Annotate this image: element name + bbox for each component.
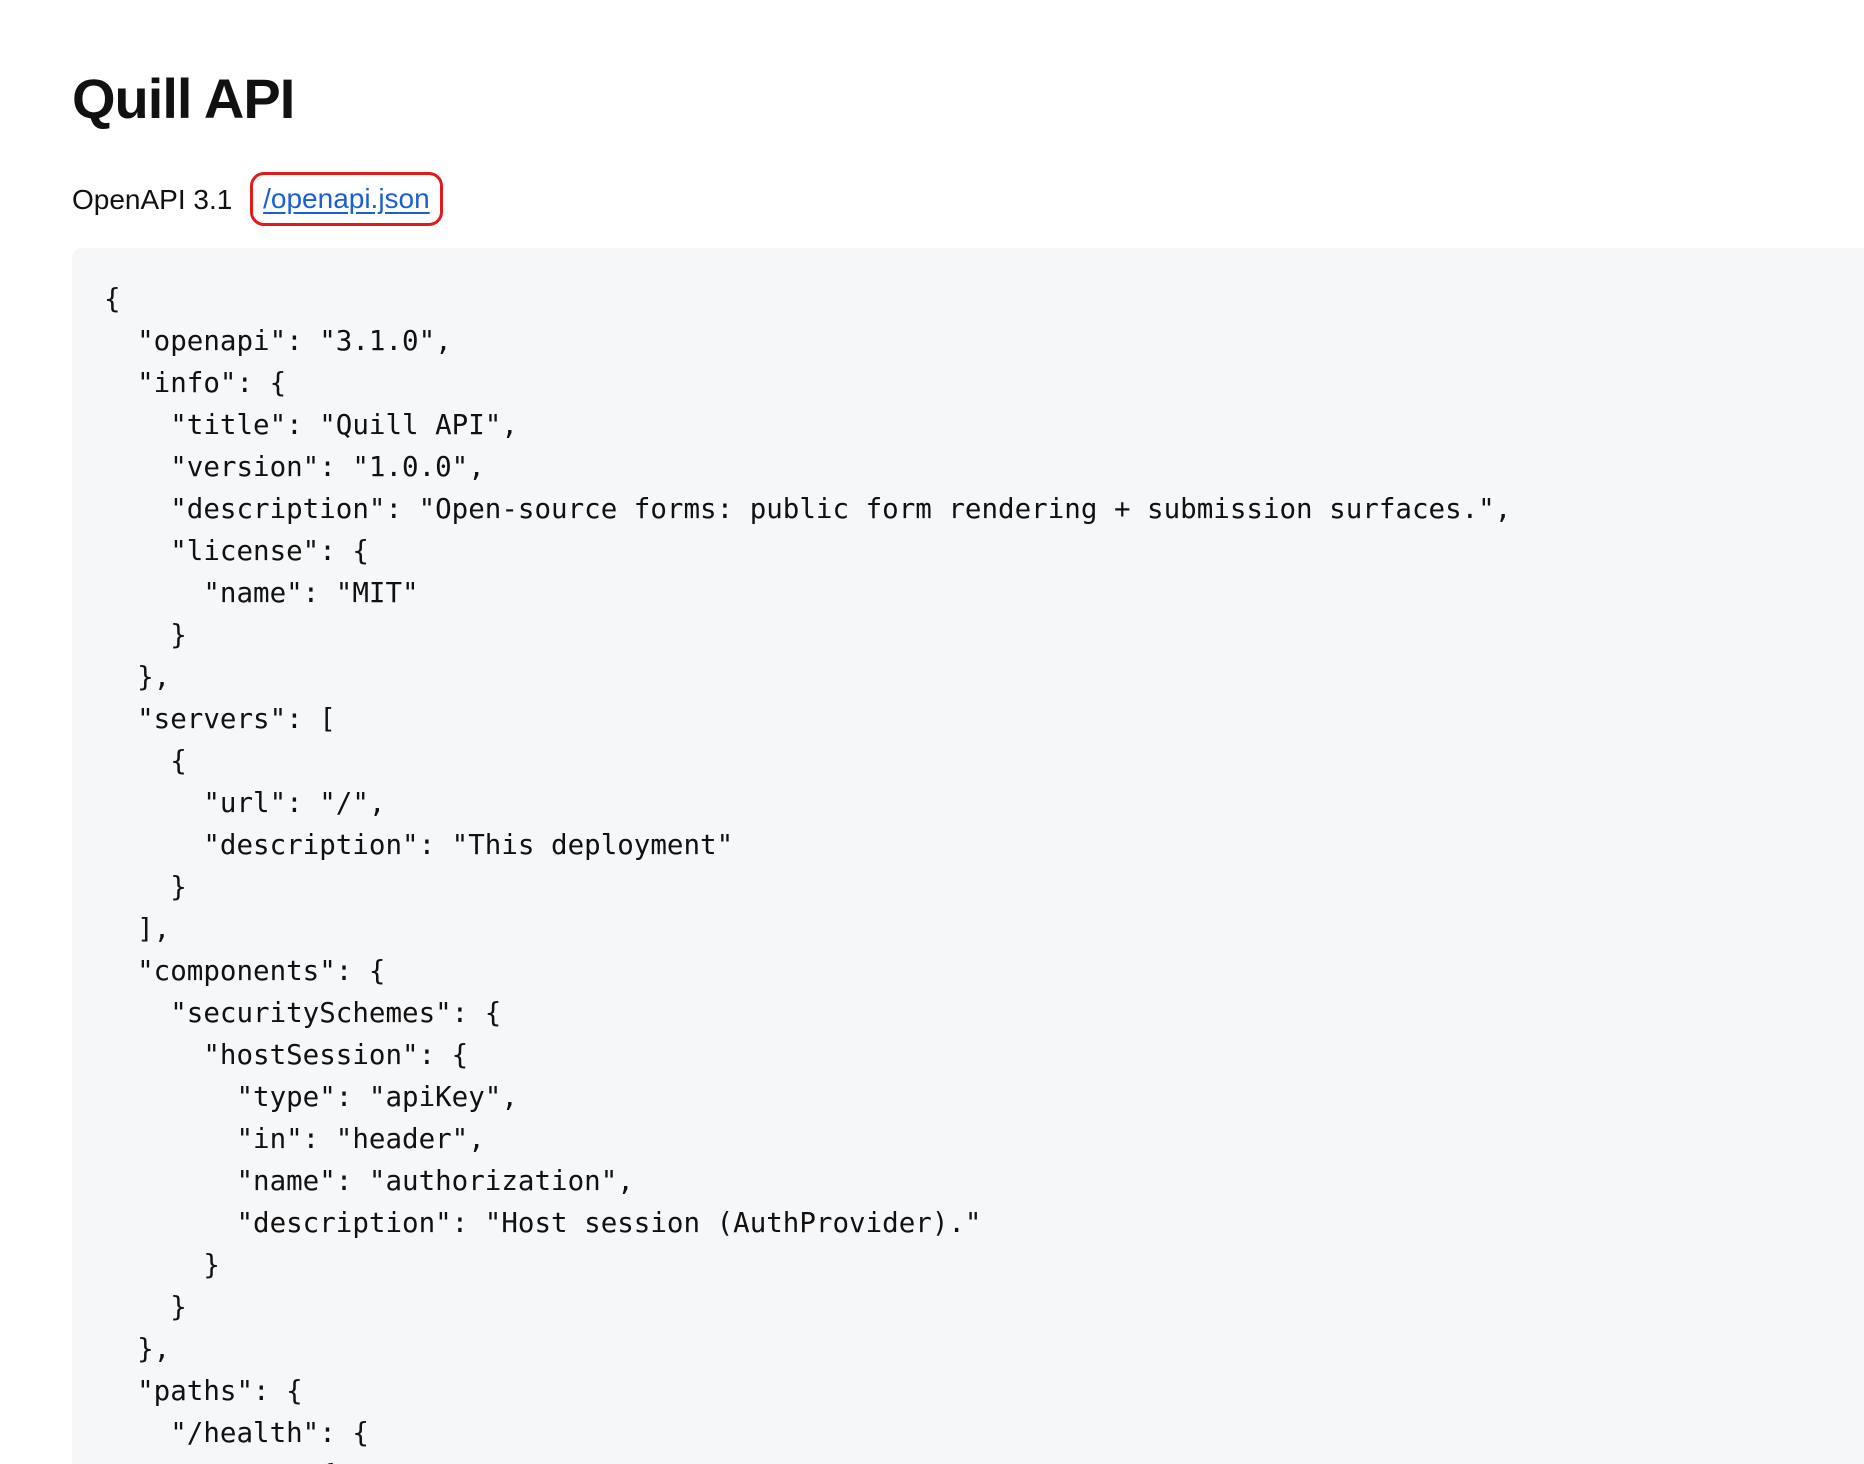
- code-line: "url": "/",: [104, 787, 386, 819]
- code-line: }: [104, 871, 187, 903]
- code-line: "description": "Host session (AuthProvid…: [104, 1207, 982, 1239]
- code-line: ],: [104, 913, 171, 945]
- code-line: {: [104, 283, 121, 315]
- code-line: "securitySchemes": {: [104, 997, 502, 1029]
- code-line: "description": "This deployment": [104, 829, 734, 861]
- code-line: "get": {: [104, 1459, 335, 1464]
- code-line: },: [104, 1333, 171, 1365]
- code-line: "info": {: [104, 367, 287, 399]
- openapi-json-code-block[interactable]: { "openapi": "3.1.0", "info": { "title":…: [72, 248, 1864, 1464]
- code-line: }: [104, 1249, 220, 1281]
- code-line: },: [104, 661, 171, 693]
- code-line: "/health": {: [104, 1417, 369, 1449]
- api-docs-page: Quill API OpenAPI 3.1 /openapi.json { "o…: [0, 0, 1864, 1464]
- code-line: {: [104, 745, 187, 777]
- code-line: "name": "MIT": [104, 577, 419, 609]
- code-line: "openapi": "3.1.0",: [104, 325, 452, 357]
- code-line: "paths": {: [104, 1375, 303, 1407]
- openapi-version-label: OpenAPI 3.1: [72, 184, 233, 216]
- code-line: }: [104, 1291, 187, 1323]
- code-line: "version": "1.0.0",: [104, 451, 485, 483]
- code-line: "hostSession": {: [104, 1039, 469, 1071]
- page-title: Quill API: [72, 67, 295, 130]
- json-code: { "openapi": "3.1.0", "info": { "title":…: [104, 278, 1864, 1464]
- openapi-json-link[interactable]: /openapi.json: [250, 172, 443, 226]
- code-line: }: [104, 619, 187, 651]
- code-line: "components": {: [104, 955, 386, 987]
- code-line: "description": "Open-source forms: publi…: [104, 493, 1512, 525]
- code-line: "servers": [: [104, 703, 336, 735]
- code-line: "title": "Quill API",: [104, 409, 518, 441]
- code-line: "in": "header",: [104, 1123, 485, 1155]
- code-line: "type": "apiKey",: [104, 1081, 518, 1113]
- spec-info-line: OpenAPI 3.1 /openapi.json: [72, 172, 443, 226]
- code-line: "name": "authorization",: [104, 1165, 634, 1197]
- code-line: "license": {: [104, 535, 369, 567]
